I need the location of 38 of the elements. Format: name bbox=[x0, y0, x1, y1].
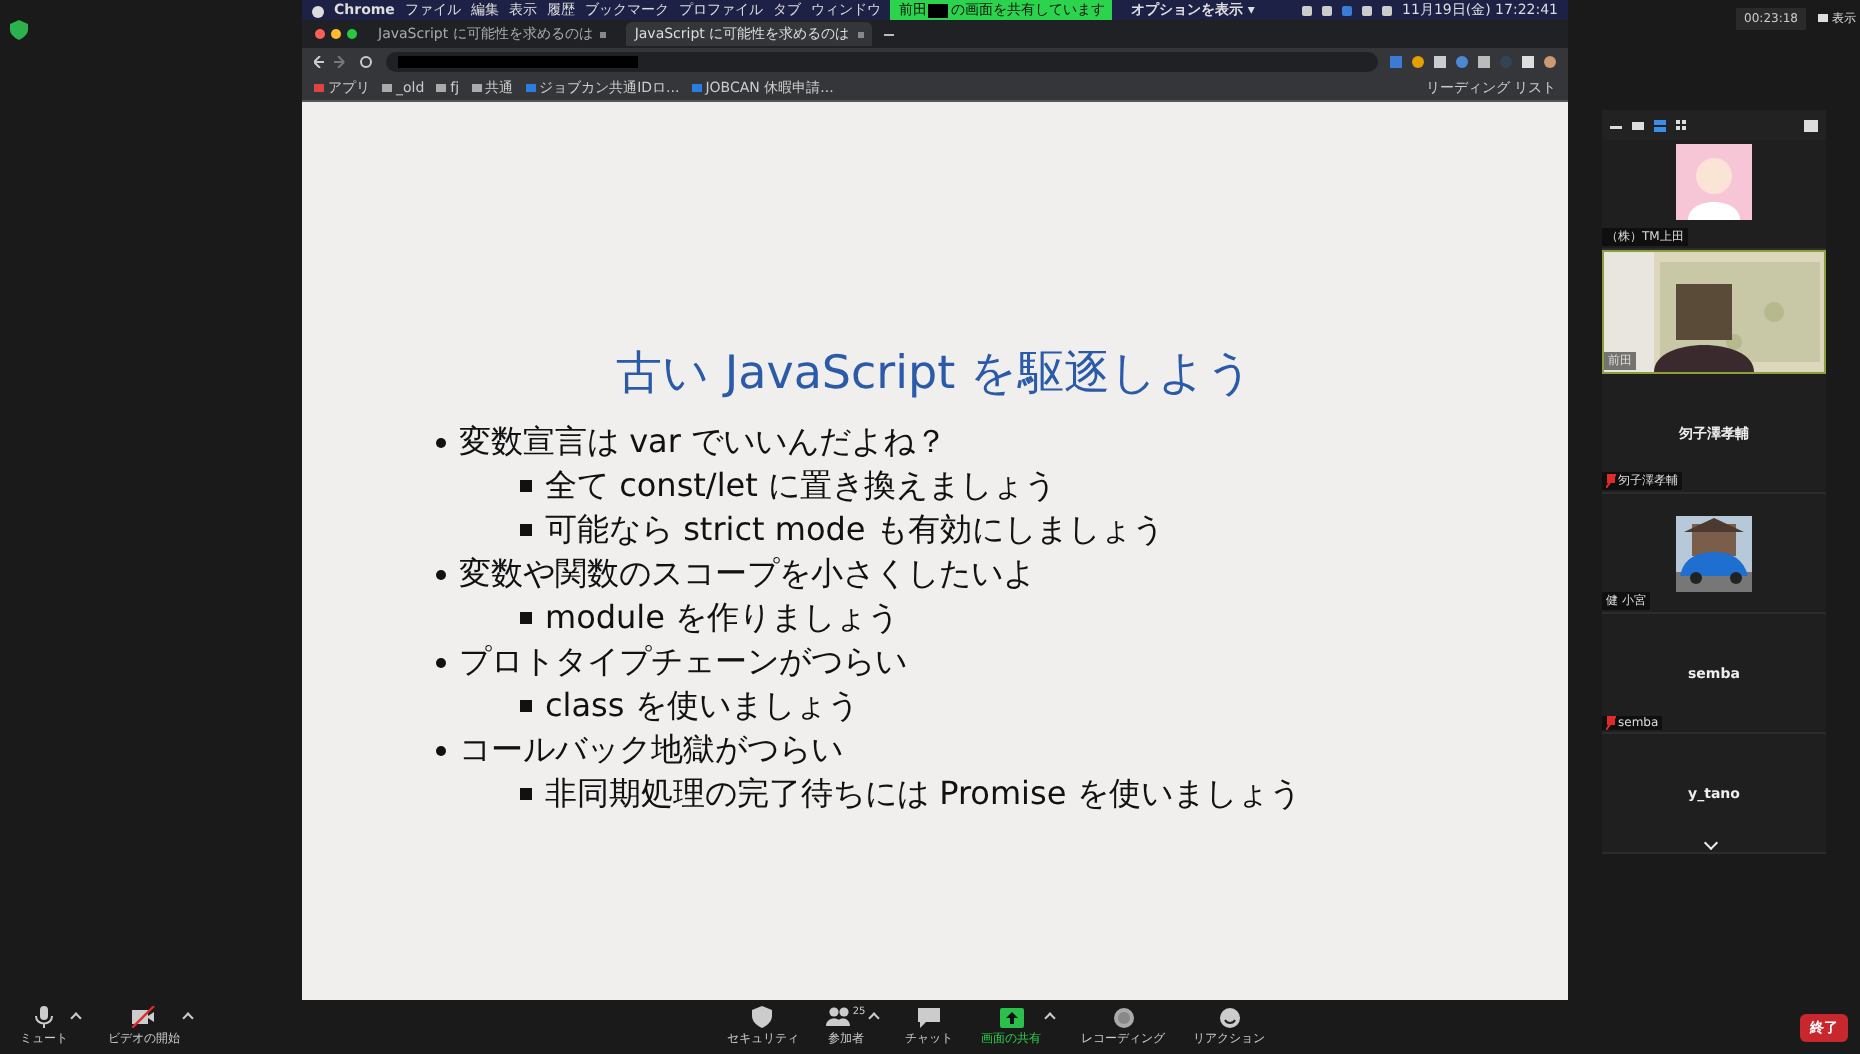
microphone-icon bbox=[32, 1006, 56, 1028]
bullet-icon bbox=[435, 569, 445, 579]
bullet-text: module を作りましょう bbox=[545, 597, 900, 639]
bullet-icon bbox=[519, 612, 531, 624]
bullet-text: class を使いましょう bbox=[545, 685, 859, 727]
bullet-icon bbox=[519, 700, 531, 712]
record-icon bbox=[1111, 1006, 1136, 1028]
shield-icon bbox=[10, 20, 28, 40]
bullet-text: 全て const/let に置き換えましょう bbox=[545, 465, 1056, 507]
layout-icons[interactable] bbox=[1610, 120, 1690, 132]
caret-icon[interactable] bbox=[182, 1012, 194, 1024]
bullet-text: 非同期処理の完了待ちには Promise を使いましょう bbox=[545, 773, 1301, 815]
bullet-icon bbox=[435, 745, 445, 755]
caret-icon[interactable] bbox=[867, 1012, 880, 1024]
nav-icons bbox=[314, 56, 374, 68]
apple-icon bbox=[312, 3, 324, 17]
avatar-icon bbox=[1676, 144, 1752, 220]
caret-icon[interactable] bbox=[70, 1012, 82, 1024]
bullet-text: 変数や関数のスコープを小さくしたいよ bbox=[459, 553, 1035, 595]
bullet-icon bbox=[435, 437, 445, 447]
redaction-block bbox=[928, 3, 949, 17]
bullet-text: コールバック地獄がつらい bbox=[459, 729, 843, 771]
bullet-icon bbox=[435, 657, 445, 667]
chat-icon bbox=[917, 1006, 942, 1028]
security-icon bbox=[750, 1006, 775, 1028]
share-screen-icon bbox=[999, 1006, 1024, 1028]
slide-title: 古い JavaScript を駆逐しよう bbox=[616, 346, 1254, 404]
smiley-icon bbox=[1217, 1006, 1242, 1028]
bullet-icon bbox=[519, 480, 531, 492]
window-controls bbox=[314, 28, 358, 40]
people-icon bbox=[826, 1006, 851, 1028]
caret-icon[interactable] bbox=[1043, 1012, 1056, 1024]
bullet-icon bbox=[519, 524, 531, 536]
bullet-text: 可能なら strict mode も有効にしましょう bbox=[545, 509, 1164, 551]
bullet-text: 変数宣言は var でいいんだよね？ bbox=[459, 421, 948, 463]
bullet-icon bbox=[519, 788, 531, 800]
bullet-text: プロトタイプチェーンがつらい bbox=[459, 641, 907, 683]
camera-off-icon bbox=[132, 1006, 156, 1028]
